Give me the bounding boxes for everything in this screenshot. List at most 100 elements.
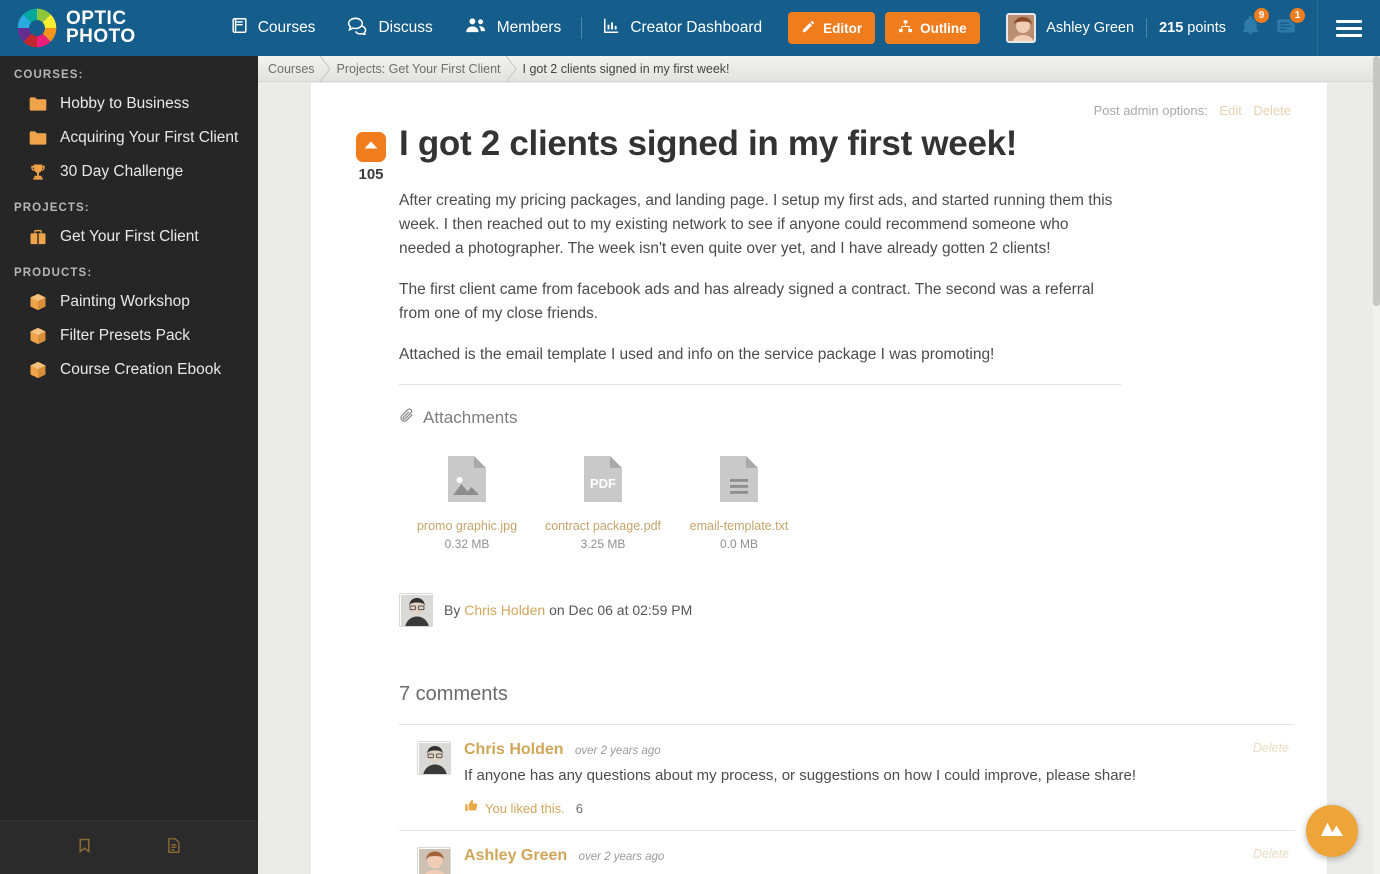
post-paragraph: The first client came from facebook ads … (399, 281, 1094, 322)
comment-author[interactable]: Ashley Green (464, 847, 567, 864)
trophy-icon (28, 162, 48, 182)
avatar (399, 593, 433, 627)
sidebar-item-label: 30 Day Challenge (60, 163, 184, 180)
nav-divider (581, 17, 583, 39)
sitemap-icon (898, 19, 913, 37)
comment-like-label[interactable]: You liked this. (485, 801, 565, 816)
people-icon (465, 16, 488, 40)
comment-item: Ashley Green over 2 years ago Outstandin… (399, 831, 1295, 874)
post-delete-link[interactable]: Delete (1253, 103, 1291, 118)
sidebar-item-acquiring-your-first-client[interactable]: Acquiring Your First Client (0, 121, 258, 155)
attachments-list: promo graphic.jpg 0.32 MB PDF contract p… (399, 453, 1295, 551)
comment-like-count: 6 (575, 800, 583, 816)
attachments-heading-label: Attachments (423, 408, 518, 427)
bar-chart-icon (602, 16, 621, 40)
comment-author[interactable]: Chris Holden (464, 741, 564, 758)
attachment-item[interactable]: email-template.txt 0.0 MB (671, 453, 807, 551)
divider (399, 384, 1121, 385)
byline-author-link[interactable]: Chris Holden (464, 602, 545, 618)
box-icon (28, 360, 48, 380)
notification-badge: 9 (1253, 7, 1270, 24)
book-icon (230, 16, 249, 40)
brand-logo[interactable]: OPTIC PHOTO (16, 7, 136, 49)
byline-prefix: By (444, 602, 461, 618)
avatar[interactable] (1006, 13, 1037, 43)
notes-document-icon[interactable] (165, 836, 182, 860)
post-header: 105 I got 2 clients signed in my first w… (343, 120, 1295, 183)
page-title: I got 2 clients signed in my first week! (399, 124, 1018, 163)
breadcrumb-item-project[interactable]: Projects: Get Your First Client (337, 62, 501, 76)
aperture-logo-icon (16, 7, 58, 49)
sidebar-heading-courses: COURSES: (14, 69, 84, 81)
breadcrumb-item-courses[interactable]: Courses (268, 62, 315, 76)
nav-item-members[interactable]: Members (449, 16, 578, 40)
nav-item-courses[interactable]: Courses (214, 16, 332, 40)
sidebar-item-label: Painting Workshop (60, 293, 190, 310)
sidebar-heading-products: PRODUCTS: (14, 267, 93, 279)
points-value: 215 (1159, 20, 1184, 36)
comment-timestamp: over 2 years ago (575, 745, 661, 757)
breadcrumb: Courses Projects: Get Your First Client … (258, 55, 1380, 82)
sidebar-item-hobby-to-business[interactable]: Hobby to Business (0, 87, 258, 121)
caret-up-icon (363, 138, 379, 156)
comment-delete-link[interactable]: Delete (1253, 741, 1289, 755)
floating-action-button[interactable] (1306, 805, 1358, 857)
breadcrumb-item-current: I got 2 clients signed in my first week! (522, 61, 730, 76)
post-paragraph: After creating my pricing packages, and … (399, 192, 1113, 257)
comment-like-row: You liked this. 6 (464, 798, 1295, 818)
sidebar-item-painting-workshop[interactable]: Painting Workshop (0, 285, 258, 319)
notifications-button[interactable]: 9 (1240, 7, 1270, 41)
top-navigation-bar: OPTIC PHOTO Courses Discuss Members Crea… (0, 0, 1380, 56)
comment-delete-link[interactable]: Delete (1253, 847, 1289, 861)
post-panel: Post admin options: Edit Delete 105 I go… (311, 83, 1327, 874)
comments-count: 7 comments (399, 683, 508, 705)
brand-line-2: PHOTO (66, 26, 136, 47)
comment-text: If anyone has any questions about my pro… (464, 767, 1137, 784)
post-paragraph: Attached is the email template I used an… (399, 346, 995, 363)
editor-button-label: Editor (823, 20, 863, 36)
editor-button[interactable]: Editor (788, 12, 876, 44)
points-label: points (1187, 20, 1226, 36)
pdf-file-icon: PDF (581, 456, 625, 509)
post-byline-text: By Chris Holden on Dec 06 at 02:59 PM (444, 602, 692, 618)
nav-label: Members (496, 19, 562, 36)
folder-icon (28, 94, 48, 114)
box-icon (28, 326, 48, 346)
thumbs-up-icon[interactable] (464, 798, 479, 818)
sidebar-item-label: Filter Presets Pack (60, 327, 191, 344)
svg-text:PDF: PDF (590, 476, 616, 491)
post-byline: By Chris Holden on Dec 06 at 02:59 PM (399, 593, 1295, 627)
outline-button[interactable]: Outline (885, 12, 980, 44)
attachment-item[interactable]: promo graphic.jpg 0.32 MB (399, 453, 535, 551)
sidebar-item-filter-presets-pack[interactable]: Filter Presets Pack (0, 319, 258, 353)
attachment-item[interactable]: PDF contract package.pdf 3.25 MB (535, 453, 671, 551)
chat-bubbles-icon (347, 16, 369, 40)
scrollbar-thumb[interactable] (1373, 56, 1380, 306)
sidebar-item-course-creation-ebook[interactable]: Course Creation Ebook (0, 353, 258, 387)
comment-timestamp: over 2 years ago (578, 851, 665, 863)
sidebar-item-get-your-first-client[interactable]: Get Your First Client (0, 220, 258, 254)
menu-button[interactable] (1317, 0, 1380, 56)
bookmark-icon[interactable] (76, 836, 93, 860)
sidebar-item-30-day-challenge[interactable]: 30 Day Challenge (0, 155, 258, 189)
user-name[interactable]: Ashley Green (1046, 20, 1134, 36)
post-edit-link[interactable]: Edit (1219, 103, 1241, 118)
upvote-button[interactable] (356, 132, 386, 162)
nav-item-discuss[interactable]: Discuss (331, 16, 448, 40)
vote-count: 105 (358, 166, 384, 183)
nav-item-creator-dashboard[interactable]: Creator Dashboard (586, 16, 778, 40)
page-area: Courses Projects: Get Your First Client … (258, 55, 1380, 874)
folder-icon (28, 128, 48, 148)
hamburger-icon (1336, 16, 1362, 41)
nav-label: Courses (257, 19, 316, 36)
page-scrollbar[interactable] (1373, 56, 1380, 874)
comment-item: Chris Holden over 2 years ago If anyone … (399, 725, 1295, 831)
messages-button[interactable]: 1 (1275, 7, 1306, 41)
sidebar-item-label: Get Your First Client (60, 228, 199, 245)
nav-label: Creator Dashboard (630, 19, 763, 36)
attachment-size: 3.25 MB (580, 537, 626, 551)
sidebar: COURSES: Hobby to Business Acquiring You… (0, 56, 258, 874)
avatar (417, 741, 451, 775)
user-divider (1146, 18, 1148, 38)
mountains-icon (1319, 819, 1345, 844)
